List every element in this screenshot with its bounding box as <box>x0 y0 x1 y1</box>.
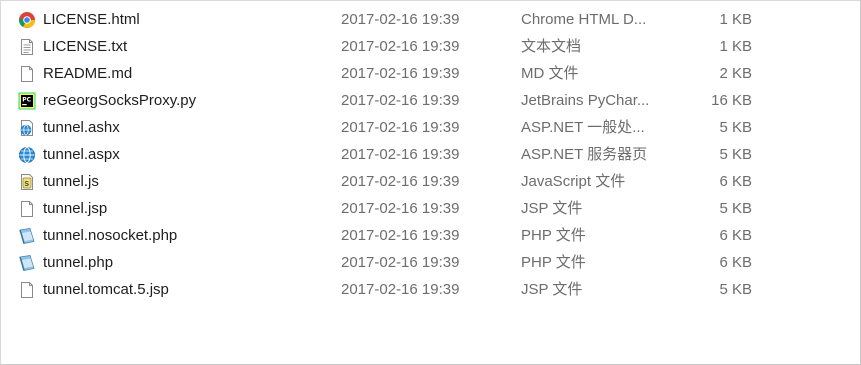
file-date: 2017-02-16 19:39 <box>341 65 460 82</box>
file-size: 5 KB <box>719 281 752 298</box>
file-name: tunnel.aspx <box>43 146 120 163</box>
file-type: JetBrains PyChar... <box>521 92 650 109</box>
file-size: 6 KB <box>719 254 752 271</box>
file-date: 2017-02-16 19:39 <box>341 254 460 271</box>
file-row[interactable]: tunnel.jsp 2017-02-16 19:39 JSP 文件 5 KB <box>1 195 860 222</box>
file-size: 5 KB <box>719 146 752 163</box>
file-type: PHP 文件 <box>521 254 586 271</box>
file-date: 2017-02-16 19:39 <box>341 119 460 136</box>
file-name: tunnel.nosocket.php <box>43 227 178 244</box>
file-type: JSP 文件 <box>521 281 583 298</box>
aspnet-handler-icon <box>18 119 36 137</box>
file-name: tunnel.tomcat.5.jsp <box>43 281 169 298</box>
script-icon: S <box>18 173 36 191</box>
php-file-icon <box>18 254 36 272</box>
file-name: tunnel.php <box>43 254 114 271</box>
svg-text:PC: PC <box>22 97 31 104</box>
file-type: JSP 文件 <box>521 200 583 217</box>
file-row[interactable]: S tunnel.js 2017-02-16 19:39 JavaScript … <box>1 168 860 195</box>
file-date: 2017-02-16 19:39 <box>341 11 460 28</box>
file-size: 5 KB <box>719 200 752 217</box>
file-date: 2017-02-16 19:39 <box>341 281 460 298</box>
php-file-icon <box>18 227 36 245</box>
file-type: JavaScript 文件 <box>521 173 626 190</box>
file-size: 16 KB <box>711 92 752 109</box>
file-date: 2017-02-16 19:39 <box>341 146 460 163</box>
file-type: 文本文档 <box>521 38 582 55</box>
file-row[interactable]: tunnel.aspx 2017-02-16 19:39 ASP.NET 服务器… <box>1 141 860 168</box>
file-row[interactable]: PC reGeorgSocksProxy.py 2017-02-16 19:39… <box>1 87 860 114</box>
blank-file-icon <box>18 281 36 299</box>
file-type: ASP.NET 服务器页 <box>521 146 648 163</box>
svg-text:S: S <box>24 180 29 188</box>
file-name: LICENSE.html <box>43 11 140 28</box>
file-date: 2017-02-16 19:39 <box>341 200 460 217</box>
file-name: reGeorgSocksProxy.py <box>43 92 197 109</box>
file-name: tunnel.jsp <box>43 200 108 217</box>
file-name: LICENSE.txt <box>43 38 128 55</box>
file-row[interactable]: tunnel.tomcat.5.jsp 2017-02-16 19:39 JSP… <box>1 276 860 303</box>
blank-file-icon <box>18 65 36 83</box>
file-row[interactable]: tunnel.ashx 2017-02-16 19:39 ASP.NET 一般处… <box>1 114 860 141</box>
file-type: Chrome HTML D... <box>521 11 647 28</box>
blank-file-icon <box>18 200 36 218</box>
file-size: 2 KB <box>719 65 752 82</box>
file-date: 2017-02-16 19:39 <box>341 227 460 244</box>
file-type: PHP 文件 <box>521 227 586 244</box>
file-list-pane: LICENSE.html 2017-02-16 19:39 Chrome HTM… <box>0 0 861 365</box>
file-row[interactable]: tunnel.nosocket.php 2017-02-16 19:39 PHP… <box>1 222 860 249</box>
text-file-icon <box>18 38 36 56</box>
file-size: 6 KB <box>719 173 752 190</box>
file-name: README.md <box>43 65 133 82</box>
file-size: 1 KB <box>719 11 752 28</box>
file-row[interactable]: README.md 2017-02-16 19:39 MD 文件 2 KB <box>1 60 860 87</box>
pycharm-icon: PC <box>18 92 36 110</box>
file-type: ASP.NET 一般处... <box>521 119 645 136</box>
file-size: 5 KB <box>719 119 752 136</box>
file-type: MD 文件 <box>521 65 579 82</box>
file-name: tunnel.ashx <box>43 119 120 136</box>
file-row[interactable]: LICENSE.html 2017-02-16 19:39 Chrome HTM… <box>1 6 860 33</box>
file-row[interactable]: tunnel.php 2017-02-16 19:39 PHP 文件 6 KB <box>1 249 860 276</box>
file-date: 2017-02-16 19:39 <box>341 92 460 109</box>
chrome-icon <box>18 11 36 29</box>
file-date: 2017-02-16 19:39 <box>341 38 460 55</box>
file-size: 6 KB <box>719 227 752 244</box>
globe-icon <box>18 146 36 164</box>
file-row[interactable]: LICENSE.txt 2017-02-16 19:39 文本文档 1 KB <box>1 33 860 60</box>
file-date: 2017-02-16 19:39 <box>341 173 460 190</box>
file-list: LICENSE.html 2017-02-16 19:39 Chrome HTM… <box>1 6 860 303</box>
file-size: 1 KB <box>719 38 752 55</box>
file-name: tunnel.js <box>43 173 99 190</box>
